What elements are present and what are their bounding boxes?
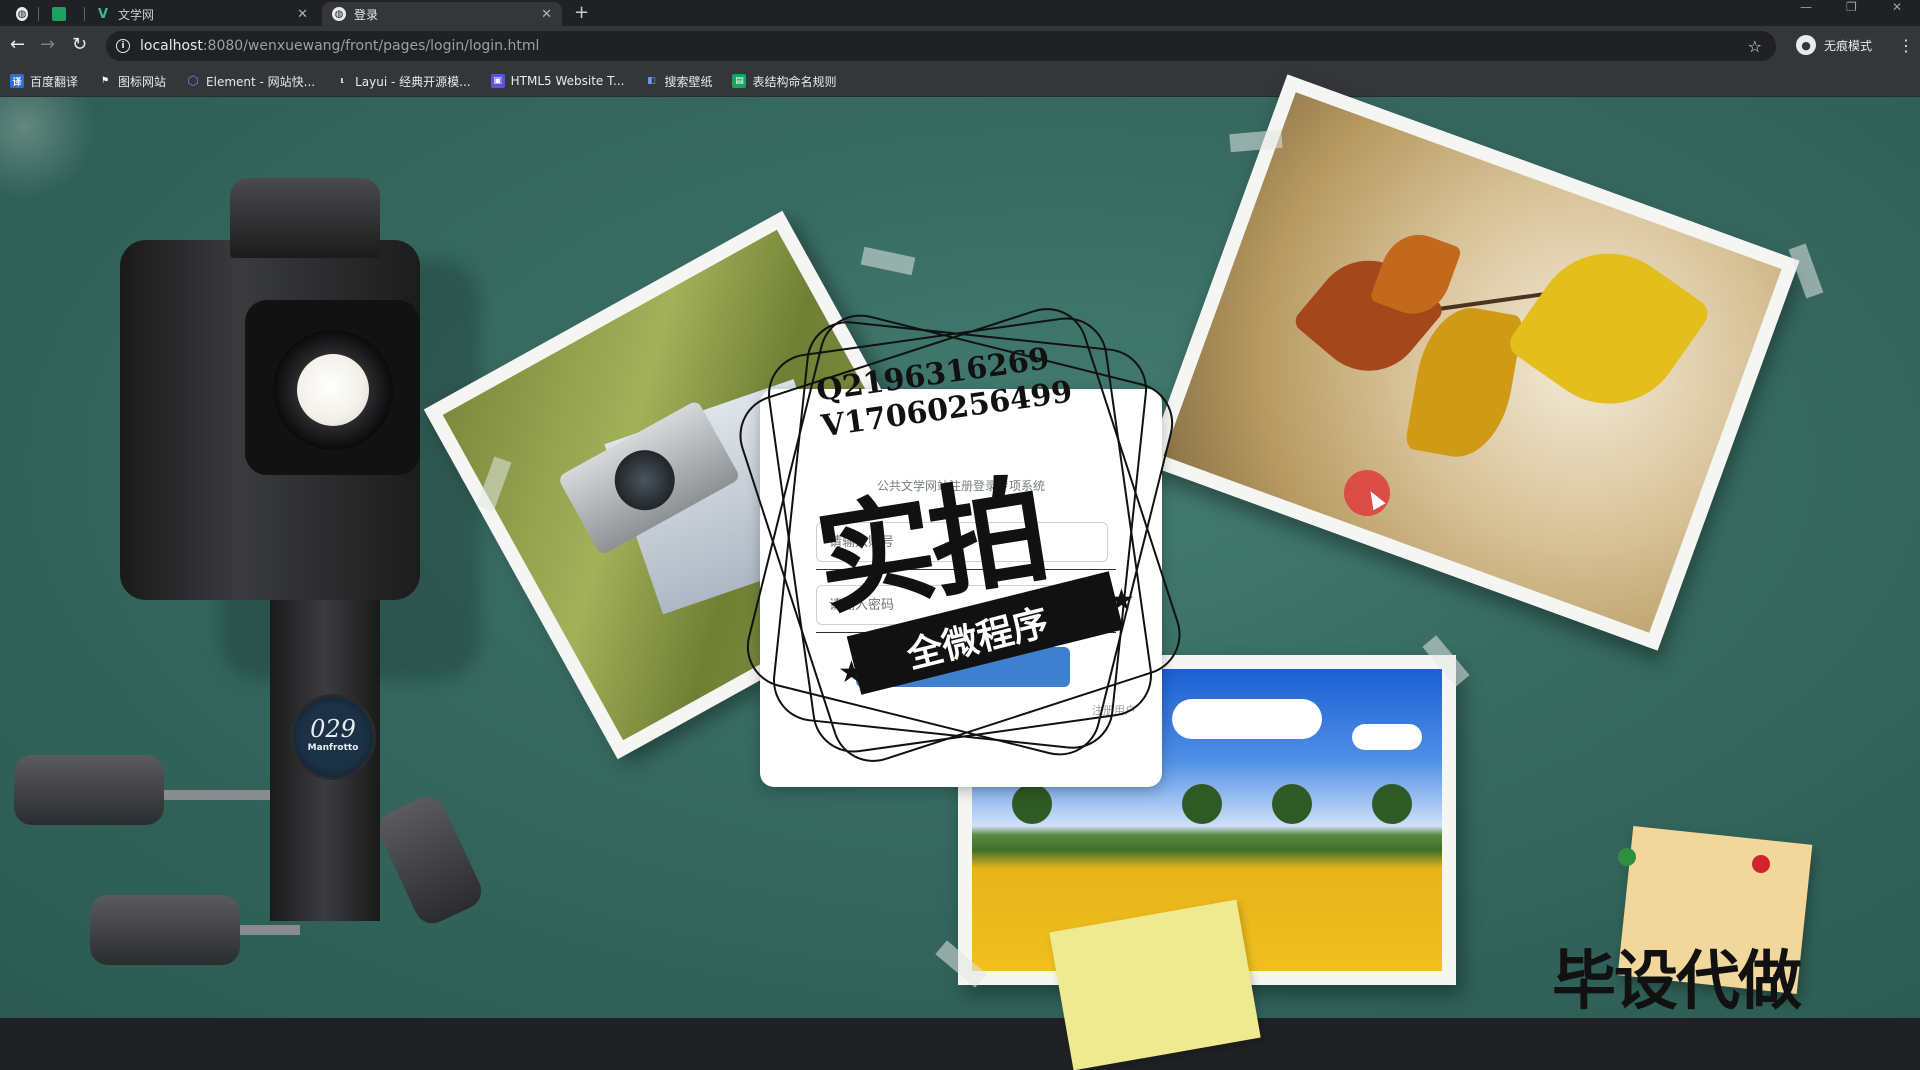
bookmark-label: Layui - 经典开源模...	[355, 74, 471, 89]
url-path: :8080/wenxuewang/front/pages/login/login…	[202, 38, 540, 54]
url-text: localhost:8080/wenxuewang/front/pages/lo…	[140, 38, 539, 54]
restore-icon[interactable]: ❐	[1846, 0, 1857, 14]
back-icon[interactable]: ←	[10, 35, 25, 55]
tree	[1272, 784, 1312, 824]
vue-icon: V	[97, 6, 109, 22]
globe-icon: ◍	[16, 7, 28, 21]
layui-icon: ι	[340, 76, 344, 86]
star-icon: ★	[838, 655, 865, 690]
camera-top	[230, 178, 380, 258]
flag-icon: ⚑	[100, 76, 110, 86]
bookmark-item[interactable]: ▤ 表结构命名规则	[732, 73, 836, 90]
globe-icon: ◍	[332, 7, 346, 21]
tab-login[interactable]: ◍ 登录 ✕	[322, 2, 562, 26]
chalk-smudge	[0, 97, 120, 197]
info-icon[interactable]: i	[116, 39, 130, 53]
reload-icon[interactable]: ↻	[72, 35, 87, 55]
browser-toolbar: ← → ↻ i localhost:8080/wenxuewang/front/…	[0, 26, 1920, 66]
forward-icon[interactable]: →	[40, 35, 55, 55]
translate-icon: 译	[10, 74, 24, 88]
camera-lens	[245, 300, 420, 475]
lens-glass	[297, 354, 369, 426]
tripod-handle	[90, 895, 240, 965]
cloud	[1352, 724, 1422, 750]
bookmark-label: HTML5 Website T...	[510, 74, 625, 88]
dial-number: 029	[310, 715, 356, 743]
tab-1[interactable]: ◍	[6, 2, 36, 26]
html5-icon: ▣	[490, 74, 505, 88]
bookmark-item[interactable]: ⚑ 图标网站	[98, 73, 166, 90]
tab-label: 文学网	[118, 7, 155, 22]
close-icon[interactable]: ✕	[541, 7, 552, 22]
tab-2[interactable]	[42, 2, 82, 26]
bookmark-item[interactable]: ⬡ Element - 网站快...	[186, 73, 315, 90]
address-bar[interactable]: i localhost:8080/wenxuewang/front/pages/…	[106, 31, 1776, 61]
incognito-indicator[interactable]: ● 无痕模式	[1796, 35, 1872, 55]
tab-separator	[84, 7, 85, 21]
tripod-rod	[150, 790, 290, 800]
leaf	[1504, 224, 1714, 434]
tree	[1372, 784, 1412, 824]
close-window-icon[interactable]: ✕	[1892, 0, 1902, 14]
pushpin-green	[1618, 848, 1636, 866]
bookmark-star-icon[interactable]: ☆	[1748, 37, 1762, 56]
bookmark-label: 百度翻译	[30, 74, 79, 89]
tab-wenxue[interactable]: V 文学网 ✕	[86, 2, 318, 26]
tree	[1182, 784, 1222, 824]
bookmarks-bar: 译百度翻译 ⚑ 图标网站 ⬡ Element - 网站快... ι Layui - 经…	[0, 66, 1920, 97]
tree	[1012, 784, 1052, 824]
element-icon: ⬡	[187, 73, 199, 89]
sheet-icon	[52, 7, 66, 21]
pushpin-red	[1752, 855, 1770, 873]
bookmark-label: 图标网站	[118, 74, 167, 89]
incognito-icon: ●	[1796, 35, 1816, 55]
bookmark-label: 表结构命名规则	[752, 74, 837, 89]
sheet-icon: ▤	[732, 74, 747, 88]
wallpaper-icon: ◧	[647, 76, 656, 86]
bookmark-item[interactable]: 译百度翻译	[10, 73, 78, 90]
tab-separator	[38, 7, 39, 21]
close-icon[interactable]: ✕	[297, 7, 308, 22]
incognito-label: 无痕模式	[1824, 38, 1873, 53]
menu-icon[interactable]: ⋮	[1898, 36, 1914, 55]
new-tab-button[interactable]: +	[574, 2, 589, 23]
tripod-handle	[14, 755, 164, 825]
bookmark-item[interactable]: ◧ 搜索壁纸	[644, 73, 712, 90]
tab-label: 登录	[354, 7, 379, 22]
bookmark-label: 搜索壁纸	[664, 74, 713, 89]
browser-tabstrip: ◍ V 文学网 ✕ ◍ 登录 ✕ + — ❐ ✕	[0, 0, 1920, 26]
star-icon: ★	[1108, 583, 1135, 618]
bookmark-item[interactable]: ι Layui - 经典开源模...	[335, 73, 470, 90]
corner-watermark: 毕设代做	[1552, 945, 1802, 1019]
dial-brand: Manfrotto	[307, 743, 359, 753]
bookmark-item[interactable]: ▣ HTML5 Website T...	[490, 74, 625, 88]
tripod-dial: 029 Manfrotto	[290, 694, 376, 780]
minimize-icon[interactable]: —	[1800, 0, 1812, 14]
url-host: localhost	[140, 38, 203, 54]
bookmark-label: Element - 网站快...	[206, 74, 316, 89]
